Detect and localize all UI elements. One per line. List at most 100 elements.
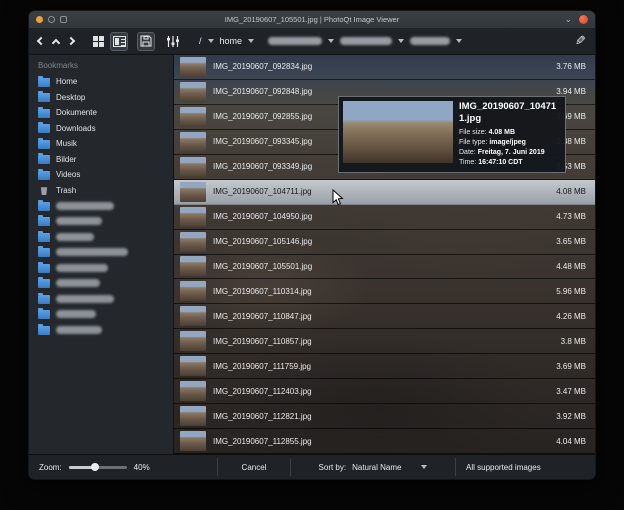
save-icon[interactable]: [137, 32, 155, 51]
file-row[interactable]: IMG_20190607_112855.jpg 4.04 MB: [174, 429, 595, 454]
file-row[interactable]: IMG_20190607_112821.jpg 3.92 MB: [174, 404, 595, 429]
file-thumbnail: [180, 306, 206, 326]
zoom-slider[interactable]: [69, 466, 127, 469]
breadcrumb-home[interactable]: home: [220, 36, 243, 46]
file-name: IMG_20190607_112821.jpg: [213, 412, 549, 421]
chevron-down-icon[interactable]: [398, 39, 404, 43]
redacted-label: [56, 248, 128, 256]
back-icon[interactable]: [37, 37, 45, 45]
window-pin-icon[interactable]: [48, 16, 55, 23]
chevron-down-icon[interactable]: [208, 39, 214, 43]
redacted-label: [56, 202, 114, 210]
chevron-down-icon[interactable]: [328, 39, 334, 43]
file-row[interactable]: IMG_20190607_110847.jpg 4.26 MB: [174, 304, 595, 329]
minimize-icon[interactable]: ⌄: [564, 16, 572, 23]
file-row[interactable]: IMG_20190607_104711.jpg 4.08 MB: [174, 180, 595, 205]
cancel-label: Cancel: [242, 463, 267, 472]
bookmark-item-redacted[interactable]: [29, 245, 173, 261]
bookmark-item-home[interactable]: Home: [29, 74, 173, 90]
redacted-label: [56, 310, 96, 318]
tooltip-detail: Time: 16:47:10 CDT: [459, 158, 561, 168]
chevron-down-icon[interactable]: [248, 39, 254, 43]
file-row[interactable]: IMG_20190607_110857.jpg 3.8 MB: [174, 329, 595, 354]
bookmark-item-redacted[interactable]: [29, 276, 173, 292]
bookmark-item-redacted[interactable]: [29, 214, 173, 230]
file-size: 5.96 MB: [556, 287, 586, 296]
breadcrumb-redacted-segment[interactable]: [410, 37, 450, 45]
forward-icon[interactable]: [67, 37, 75, 45]
bookmark-item-downloads[interactable]: Downloads: [29, 121, 173, 137]
grid-view-icon[interactable]: [89, 32, 107, 51]
bookmark-item-videos[interactable]: Videos: [29, 167, 173, 183]
file-filter-dropdown[interactable]: All supported images: [456, 455, 595, 479]
breadcrumb-redacted-segment[interactable]: [340, 37, 392, 45]
folder-icon: [38, 217, 50, 226]
close-icon[interactable]: [579, 15, 588, 24]
bookmark-label: Dokumente: [56, 108, 97, 117]
chevron-down-icon[interactable]: [456, 39, 462, 43]
file-size: 4.73 MB: [556, 212, 586, 221]
file-name: IMG_20190607_105146.jpg: [213, 237, 549, 246]
bookmark-item-dokumente[interactable]: Dokumente: [29, 105, 173, 121]
window-shade-icon[interactable]: [60, 16, 67, 23]
file-row[interactable]: IMG_20190607_105146.jpg 3.65 MB: [174, 230, 595, 255]
file-size: 4.26 MB: [556, 312, 586, 321]
bookmark-item-redacted[interactable]: [29, 291, 173, 307]
bookmark-item-bilder[interactable]: Bilder: [29, 152, 173, 168]
redacted-label: [56, 326, 102, 334]
bookmark-item-musik[interactable]: Musik: [29, 136, 173, 152]
window-menu-icon[interactable]: [36, 16, 43, 23]
photoqt-window: IMG_20190607_105501.jpg | PhotoQt Image …: [28, 10, 596, 480]
bookmark-item-redacted[interactable]: [29, 307, 173, 323]
bookmarks-header: Bookmarks: [29, 58, 173, 74]
bookmark-label: Downloads: [56, 124, 96, 133]
cancel-button[interactable]: Cancel: [218, 455, 290, 479]
floppy-icon: [140, 35, 152, 47]
file-size: 3.65 MB: [556, 237, 586, 246]
redacted-label: [56, 217, 102, 225]
sort-dropdown[interactable]: Sort by: Natural Name: [291, 455, 455, 479]
breadcrumb: / home: [199, 36, 462, 46]
file-thumbnail: [180, 182, 206, 202]
desktop-background: IMG_20190607_105501.jpg | PhotoQt Image …: [0, 0, 624, 510]
bookmark-label: Home: [56, 77, 77, 86]
zoom-slider-handle[interactable]: [91, 463, 99, 471]
file-name: IMG_20190607_111759.jpg: [213, 362, 549, 371]
file-row[interactable]: IMG_20190607_110314.jpg 5.96 MB: [174, 279, 595, 304]
bookmark-item-desktop[interactable]: Desktop: [29, 90, 173, 106]
folder-icon: [38, 279, 50, 288]
list-view-icon[interactable]: [110, 32, 128, 51]
bookmark-item-redacted[interactable]: [29, 229, 173, 245]
sort-label: Sort by:: [319, 463, 347, 472]
file-name: IMG_20190607_110857.jpg: [213, 337, 554, 346]
file-thumbnail: [180, 406, 206, 426]
bookmark-item-redacted[interactable]: [29, 198, 173, 214]
bookmark-item-redacted[interactable]: [29, 322, 173, 338]
edit-pencil-icon[interactable]: ✎: [575, 33, 586, 49]
sort-value: Natural Name: [352, 463, 401, 472]
file-thumbnail: [180, 157, 206, 177]
tooltip-detail: Date: Freitag, 7. Juni 2019: [459, 148, 561, 158]
file-row[interactable]: IMG_20190607_105501.jpg 4.48 MB: [174, 255, 595, 280]
bookmark-item-trash[interactable]: Trash: [29, 183, 173, 199]
file-size: 3.8 MB: [561, 337, 586, 346]
folder-icon: [38, 155, 50, 164]
file-thumbnail: [180, 431, 206, 451]
breadcrumb-root[interactable]: /: [199, 36, 202, 46]
up-icon[interactable]: [52, 38, 60, 46]
file-row[interactable]: IMG_20190607_111759.jpg 3.69 MB: [174, 354, 595, 379]
folder-icon: [38, 171, 50, 180]
bookmark-item-redacted[interactable]: [29, 260, 173, 276]
file-name: IMG_20190607_110847.jpg: [213, 312, 549, 321]
file-row[interactable]: IMG_20190607_112403.jpg 3.47 MB: [174, 379, 595, 404]
filter-sliders-icon[interactable]: [164, 32, 182, 51]
breadcrumb-redacted-segment[interactable]: [268, 37, 322, 45]
bottombar: Zoom: 40% Cancel Sort by: Natural Name A…: [29, 454, 595, 479]
tooltip-top: IMG_20190607_104711.jpg File size: 4.08 …: [343, 101, 561, 168]
file-row[interactable]: IMG_20190607_104950.jpg 4.73 MB: [174, 205, 595, 230]
file-size: 3.47 MB: [556, 387, 586, 396]
file-row[interactable]: IMG_20190607_092834.jpg 3.76 MB: [174, 55, 595, 80]
filter-value: All supported images: [466, 463, 541, 472]
file-size: 3.76 MB: [556, 62, 586, 71]
file-name: IMG_20190607_104950.jpg: [213, 212, 549, 221]
